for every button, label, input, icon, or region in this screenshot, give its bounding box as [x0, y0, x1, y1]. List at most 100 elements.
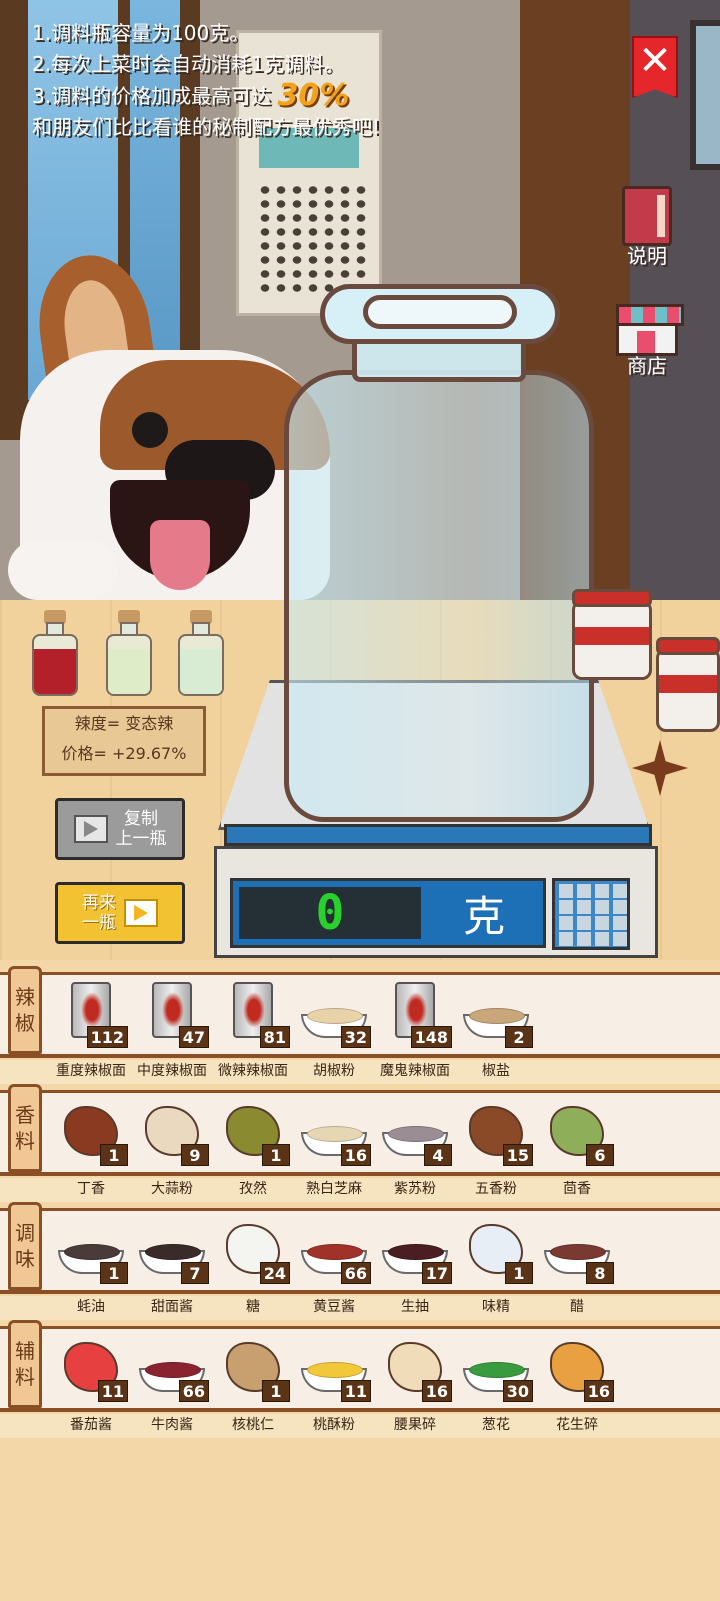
- last-bottle-label: 上一瓶: [115, 829, 167, 849]
- rule-line-2: 2.每次上菜时会自动消耗1克调料。: [32, 52, 344, 76]
- ingredient-count: 9: [181, 1144, 209, 1166]
- shelf-category-char: 香: [15, 1103, 35, 1127]
- rule-line-1: 1.调料瓶容量为100克。: [32, 21, 250, 45]
- ingredient-item[interactable]: 6 茴香: [536, 1094, 618, 1202]
- new-bottle-button[interactable]: 再来 一瓶: [55, 882, 185, 944]
- shelf-category-char: 调: [15, 1221, 35, 1245]
- rules-text: 1.调料瓶容量为100克。 2.每次上菜时会自动消耗1克调料。 3.调料的价格加…: [32, 18, 512, 143]
- ingredient-count: 11: [97, 1380, 128, 1402]
- ingredient-count: 1: [505, 1262, 533, 1284]
- ingredient-count: 16: [583, 1380, 614, 1402]
- ingredient-count: 11: [340, 1380, 371, 1402]
- rule-line-3: 3.调料的价格加成最高可达 30%: [32, 80, 512, 112]
- ingredient-count: 1: [100, 1144, 128, 1166]
- sauce-bottle-green[interactable]: [104, 610, 154, 698]
- keypad-key: [613, 916, 627, 930]
- keypad-key: [559, 900, 573, 914]
- ingredient-count: 81: [259, 1026, 290, 1048]
- keypad-key: [577, 932, 591, 946]
- keypad-key: [577, 884, 591, 898]
- ingredient-count: 8: [586, 1262, 614, 1284]
- ingredient-item[interactable]: 24 糖: [212, 1212, 294, 1320]
- ingredient-shelf: 辅料 11 番茄酱 66 牛肉酱 1 核桃仁 11 桃酥粉 16 腰果碎 30 葱花 16 花生碎: [0, 1320, 720, 1438]
- scale-keypad: [552, 878, 630, 950]
- help-button[interactable]: 说明: [602, 186, 692, 269]
- dog-paw: [8, 540, 118, 600]
- ingredient-count: 47: [178, 1026, 209, 1048]
- ingredient-item[interactable]: 112 重度辣椒面: [50, 976, 132, 1084]
- ingredient-item[interactable]: 11 桃酥粉: [293, 1330, 375, 1438]
- ingredient-name: 醋: [570, 1299, 584, 1315]
- copy-label: 复制: [124, 809, 158, 829]
- shelf-category-tag: 香料: [8, 1084, 42, 1172]
- ingredient-count: 112: [86, 1026, 128, 1048]
- ingredient-item[interactable]: 30 葱花: [455, 1330, 537, 1438]
- ingredient-count: 15: [502, 1144, 533, 1166]
- video-play-icon: [124, 899, 158, 927]
- ingredient-item[interactable]: 17 生抽: [374, 1212, 456, 1320]
- ingredient-item[interactable]: 4 紫苏粉: [374, 1094, 456, 1202]
- keypad-key: [595, 900, 609, 914]
- sauce-bottle-red[interactable]: [30, 610, 80, 698]
- keypad-key: [613, 932, 627, 946]
- ingredient-item[interactable]: 11 番茄酱: [50, 1330, 132, 1438]
- ingredient-name: 茴香: [563, 1181, 591, 1197]
- dog-tongue: [150, 520, 210, 590]
- ingredient-count: 66: [178, 1380, 209, 1402]
- shelf-category-char: 料: [15, 1365, 35, 1389]
- ingredient-name: 椒盐: [482, 1063, 510, 1079]
- tomato-sauce-jar: [656, 637, 720, 732]
- spiciness-label: 辣度= 变态辣: [74, 714, 174, 733]
- ingredient-count: 2: [505, 1026, 533, 1048]
- ingredient-item[interactable]: 81 微辣辣椒面: [212, 976, 294, 1084]
- keypad-key: [559, 932, 573, 946]
- price-bonus-label: 价格= +29.67%: [61, 744, 187, 763]
- keypad-key: [577, 900, 591, 914]
- ingredient-count: 17: [421, 1262, 452, 1284]
- jar-rim: [320, 284, 560, 344]
- ingredient-item[interactable]: 7 甜面酱: [131, 1212, 213, 1320]
- ingredient-count: 1: [100, 1262, 128, 1284]
- book-icon: [622, 186, 672, 246]
- dog-eye: [132, 412, 168, 448]
- ingredient-item[interactable]: 8醋: [536, 1212, 618, 1320]
- ingredient-count: 7: [181, 1262, 209, 1284]
- ingredient-item[interactable]: 47 中度辣椒面: [131, 976, 213, 1084]
- ingredient-item[interactable]: 2 椒盐: [455, 976, 537, 1084]
- max-bonus-percent: 30%: [277, 78, 350, 113]
- close-icon: ✕: [638, 38, 672, 84]
- keypad-key: [595, 884, 609, 898]
- glass-jar[interactable]: [284, 370, 594, 822]
- shelf-category-tag: 调味: [8, 1202, 42, 1290]
- ingredient-count: 24: [259, 1262, 290, 1284]
- ingredient-item[interactable]: 1 蚝油: [50, 1212, 132, 1320]
- ingredient-item[interactable]: 148 魔鬼辣椒面: [374, 976, 456, 1084]
- ingredient-item[interactable]: 1 味精: [455, 1212, 537, 1320]
- ingredient-item[interactable]: 16 腰果碎: [374, 1330, 456, 1438]
- again-label: 再来: [82, 893, 116, 913]
- ingredient-item[interactable]: 16 熟白芝麻: [293, 1094, 375, 1202]
- kitchen-scene: 辣度= 变态辣 价格= +29.67% 复制 上一瓶 再来 一瓶 0 克 1.调料瓶…: [0, 0, 720, 960]
- ingredient-shelf: 香料 1 丁香 9 大蒜粉 1 孜然 16 熟白芝麻 4 紫苏粉 15 五香粉 6 茴香: [0, 1084, 720, 1202]
- ingredient-count: 1: [262, 1144, 290, 1166]
- ingredient-item[interactable]: 1 核桃仁: [212, 1330, 294, 1438]
- ingredient-count: 32: [340, 1026, 371, 1048]
- keypad-key: [613, 884, 627, 898]
- ingredient-item[interactable]: 1 孜然: [212, 1094, 294, 1202]
- shelf-category-char: 辅: [15, 1339, 35, 1363]
- sauce-bottle-pale[interactable]: [176, 610, 226, 698]
- weight-value: 0: [315, 885, 345, 941]
- ingredient-count: 16: [421, 1380, 452, 1402]
- close-button[interactable]: ✕: [632, 36, 678, 98]
- ingredient-item[interactable]: 66 黄豆酱: [293, 1212, 375, 1320]
- ingredient-item[interactable]: 1 丁香: [50, 1094, 132, 1202]
- copy-last-bottle-button[interactable]: 复制 上一瓶: [55, 798, 185, 860]
- ingredient-shelf: 调味 1 蚝油 7 甜面酱 24 糖 66 黄豆酱 17 生抽 1 味精 8 醋: [0, 1202, 720, 1320]
- ingredient-item[interactable]: 32 胡椒粉: [293, 976, 375, 1084]
- ingredient-item[interactable]: 16 花生碎: [536, 1330, 618, 1438]
- shop-button[interactable]: 商店: [602, 304, 692, 379]
- shelf-category-tag: 辅料: [8, 1320, 42, 1408]
- ingredient-item[interactable]: 66 牛肉酱: [131, 1330, 213, 1438]
- ingredient-item[interactable]: 9 大蒜粉: [131, 1094, 213, 1202]
- ingredient-item[interactable]: 15 五香粉: [455, 1094, 537, 1202]
